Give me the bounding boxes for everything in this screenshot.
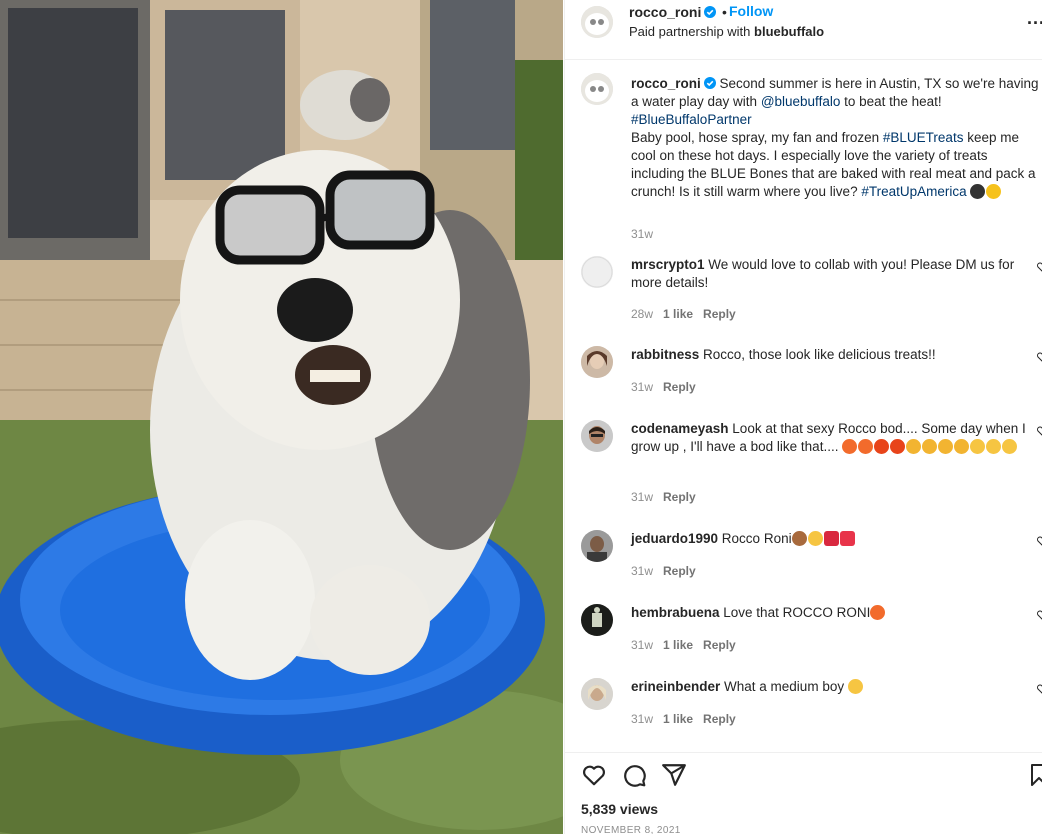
commenter-username[interactable]: rabbitness <box>631 347 699 362</box>
commenter-username[interactable]: jeduardo1990 <box>631 531 718 546</box>
author-avatar[interactable] <box>581 6 613 38</box>
view-count[interactable]: 5,839 views <box>581 801 658 817</box>
comment-meta: 31w Reply <box>631 490 706 504</box>
post-date: NOVEMBER 8, 2021 <box>581 825 681 834</box>
post-photo <box>0 0 563 834</box>
comment-meta: 31w 1 like Reply <box>631 638 746 652</box>
reply-button[interactable]: Reply <box>663 564 696 578</box>
clap-emoji-icon <box>922 439 938 454</box>
bookmark-icon[interactable] <box>1029 762 1042 788</box>
post-header: rocco_roni • Follow Paid partnership wit… <box>565 0 1042 60</box>
commenter-avatar[interactable] <box>581 678 613 710</box>
like-comment-icon[interactable] <box>1037 426 1042 436</box>
laughing-emoji-icon <box>1002 439 1018 454</box>
post-actions: 5,839 views NOVEMBER 8, 2021 <box>565 752 1042 834</box>
reply-button[interactable]: Reply <box>663 490 696 504</box>
reply-button[interactable]: Reply <box>663 380 696 394</box>
commenter-username[interactable]: mrscrypto1 <box>631 257 705 272</box>
caption-username[interactable]: rocco_roni <box>631 76 701 91</box>
like-comment-icon[interactable] <box>1037 610 1042 620</box>
comment-text: jeduardo1990 Rocco Roni <box>631 530 1041 548</box>
post-details-panel: rocco_roni • Follow Paid partnership wit… <box>564 0 1042 834</box>
author-avatar[interactable] <box>581 73 613 105</box>
reply-button[interactable]: Reply <box>703 712 736 726</box>
star-struck-emoji-icon <box>842 439 858 454</box>
reply-button[interactable]: Reply <box>703 638 736 652</box>
partner-link[interactable]: bluebuffalo <box>754 24 824 39</box>
share-icon[interactable] <box>661 762 687 788</box>
post-media[interactable] <box>0 0 563 834</box>
verified-badge-icon <box>703 77 716 89</box>
caption-meta: 31w <box>631 227 663 241</box>
commenter-username[interactable]: erineinbender <box>631 679 720 694</box>
comment-text: rabbitness Rocco, those look like delici… <box>631 347 936 362</box>
commenter-avatar[interactable] <box>581 420 613 452</box>
comment-text: erineinbender What a medium boy <box>631 678 1041 696</box>
caption-age: 31w <box>631 227 654 241</box>
comment-age: 31w <box>631 638 654 652</box>
comment-age: 31w <box>631 564 654 578</box>
comment-icon[interactable] <box>621 762 647 788</box>
comment-meta: 28w 1 like Reply <box>631 307 746 321</box>
reply-button[interactable]: Reply <box>703 307 736 321</box>
fire-emoji-icon <box>874 439 890 454</box>
commenter-username[interactable]: codenameyash <box>631 421 729 436</box>
smiling-emoji-icon <box>847 679 863 694</box>
comment-meta: 31w Reply <box>631 564 706 578</box>
fire-emoji-icon <box>890 439 906 454</box>
like-comment-icon[interactable] <box>1037 352 1042 362</box>
commenter-avatar[interactable] <box>581 604 613 636</box>
sun-emoji-icon <box>986 184 1002 199</box>
separator-dot: • <box>722 4 727 20</box>
comment-text: hembrabuena Love that ROCCO RONI <box>631 604 1041 622</box>
comment-likes[interactable]: 1 like <box>663 712 693 726</box>
follow-button[interactable]: Follow <box>729 3 773 19</box>
comment-text: mrscrypto1 We would love to collab with … <box>631 257 1015 290</box>
hashtag-link[interactable]: #BLUETreats <box>883 130 964 145</box>
like-comment-icon[interactable] <box>1037 684 1042 694</box>
laughing-emoji-icon <box>970 439 986 454</box>
clap-emoji-icon <box>954 439 970 454</box>
caption-text: rocco_roni Second summer is here in Aust… <box>631 76 1039 199</box>
paid-partnership-label: Paid partnership with bluebuffalo <box>629 24 825 39</box>
dog-emoji-icon <box>791 531 807 546</box>
author-username[interactable]: rocco_roni <box>629 4 717 20</box>
hashtag-link[interactable]: #BlueBuffaloPartner <box>631 112 752 127</box>
smiling-emoji-icon <box>807 531 823 546</box>
comment-meta: 31w Reply <box>631 380 706 394</box>
comment-age: 31w <box>631 490 654 504</box>
heart-icon[interactable] <box>581 762 607 788</box>
laughing-emoji-icon <box>986 439 1002 454</box>
like-comment-icon[interactable] <box>1037 536 1042 546</box>
commenter-avatar[interactable] <box>581 346 613 378</box>
comment-meta: 31w 1 like Reply <box>631 712 746 726</box>
star-struck-emoji-icon <box>858 439 874 454</box>
mention-link[interactable]: @bluebuffalo <box>761 94 841 109</box>
comments-list[interactable]: rocco_roni Second summer is here in Aust… <box>565 61 1042 751</box>
comment-likes[interactable]: 1 like <box>663 638 693 652</box>
like-comment-icon[interactable] <box>1037 262 1042 272</box>
commenter-username[interactable]: hembrabuena <box>631 605 720 620</box>
commenter-avatar[interactable] <box>581 530 613 562</box>
comment-likes[interactable]: 1 like <box>663 307 693 321</box>
panda-emoji-icon <box>970 184 986 199</box>
hashtag-link[interactable]: #TreatUpAmerica <box>861 184 966 199</box>
heart-eyes-emoji-icon <box>870 605 886 620</box>
comment-age: 31w <box>631 380 654 394</box>
clap-emoji-icon <box>906 439 922 454</box>
heart-emoji-icon <box>839 531 855 546</box>
commenter-avatar[interactable] <box>581 256 613 288</box>
comment-age: 28w <box>631 307 654 321</box>
comment-text: codenameyash Look at that sexy Rocco bod… <box>631 421 1026 454</box>
clap-emoji-icon <box>938 439 954 454</box>
more-options-icon[interactable]: ... <box>1027 8 1042 29</box>
comment-age: 31w <box>631 712 654 726</box>
verified-badge-icon <box>704 6 717 18</box>
heart-emoji-icon <box>823 531 839 546</box>
